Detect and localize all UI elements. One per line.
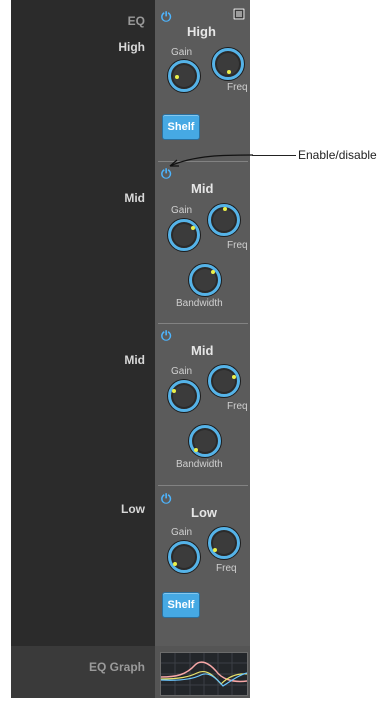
band-label-high: High [118,40,145,54]
band-label-low: Low [121,502,145,516]
band-title-mid: Mid [191,181,214,196]
gain-knob[interactable] [168,219,200,251]
gain-knob[interactable] [168,541,200,573]
freq-knob[interactable] [208,527,240,559]
band-title-high: High [187,24,216,39]
gain-label: Gain [171,527,193,538]
bandwidth-label: Bandwidth [176,298,223,309]
callout-text: Enable/disable [298,148,377,162]
bandwidth-knob[interactable] [189,264,221,296]
eq-graph-label: EQ Graph [88,660,145,674]
band-label-mid: Mid [124,191,145,205]
gain-knob[interactable] [168,60,200,92]
band-label-mid: Mid [124,353,145,367]
band-divider [158,323,248,324]
gain-knob[interactable] [168,380,200,412]
shelf-button[interactable]: Shelf [162,114,200,140]
gain-label: Gain [171,205,193,216]
freq-label: Freq [227,240,248,251]
band-title-low: Low [191,505,217,520]
shelf-button[interactable]: Shelf [162,592,200,618]
band-title-mid: Mid [191,343,214,358]
freq-knob[interactable] [212,48,244,80]
eq-section-label: EQ [127,14,145,28]
bandwidth-knob[interactable] [189,425,221,457]
eq-panel-background [11,0,155,698]
freq-knob[interactable] [208,204,240,236]
callout-line [252,155,296,156]
band-divider [158,485,248,486]
bandwidth-label: Bandwidth [176,459,223,470]
eq-graph-thumbnail[interactable] [160,652,248,696]
gain-label: Gain [171,366,193,377]
freq-knob[interactable] [208,365,240,397]
power-icon[interactable]: ⏻ [161,491,171,507]
menu-icon[interactable] [233,8,245,20]
callout-arrow [169,154,254,167]
power-icon[interactable]: ⏻ [161,9,171,25]
freq-label: Freq [216,563,237,574]
freq-label: Freq [227,401,248,412]
power-icon[interactable]: ⏻ [161,328,171,344]
gain-label: Gain [171,47,193,58]
freq-label: Freq [227,82,248,93]
